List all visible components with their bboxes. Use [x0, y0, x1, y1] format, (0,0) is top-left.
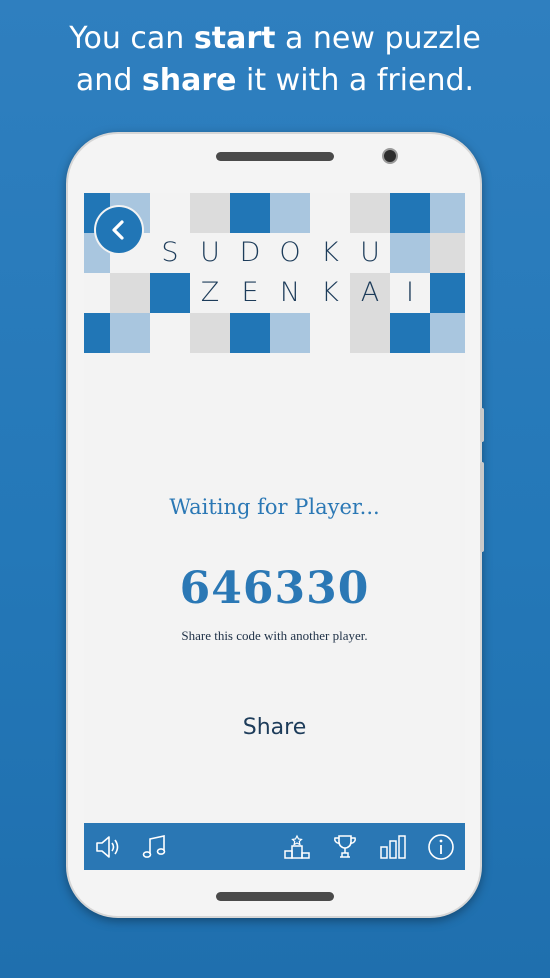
headline-line-1: You can start a new puzzle	[69, 21, 481, 56]
back-button[interactable]	[96, 207, 142, 253]
phone-volume-button	[480, 408, 484, 442]
title-letter: K	[321, 277, 339, 308]
title-letter: U	[360, 237, 380, 268]
pattern-cell	[390, 313, 430, 353]
pattern-cell	[390, 193, 430, 233]
pattern-cell	[390, 233, 430, 273]
share-hint-text: Share this code with another player.	[181, 628, 368, 643]
pattern-cell	[230, 313, 270, 353]
title-letter: Z	[200, 277, 220, 308]
pattern-cell	[150, 313, 190, 353]
phone-speaker	[216, 152, 334, 161]
title-letter: S	[161, 237, 179, 268]
bottom-toolbar	[84, 823, 465, 870]
title-letter: N	[279, 277, 301, 308]
pattern-cell	[190, 193, 230, 233]
title-letter: O	[279, 237, 301, 268]
pattern-cell	[84, 273, 110, 313]
phone-power-button	[480, 462, 484, 552]
promo-headline: You can start a new puzzle and share it …	[0, 18, 550, 102]
phone-camera	[382, 148, 398, 164]
chevron-left-icon	[112, 220, 124, 240]
waiting-status-text: Waiting for Player...	[169, 495, 380, 519]
title-letter: U	[200, 237, 220, 268]
app-screen: SUDOKU ZENKAI Waiting for Player... 6463…	[84, 193, 465, 870]
podium-icon[interactable]	[282, 832, 312, 862]
pattern-cell	[430, 233, 465, 273]
share-button[interactable]: Share	[214, 708, 335, 748]
pattern-cell	[310, 193, 350, 233]
speaker-icon[interactable]	[93, 832, 123, 862]
pattern-cell	[84, 313, 110, 353]
pattern-cell	[190, 313, 230, 353]
pattern-cell	[430, 313, 465, 353]
title-letter: A	[360, 277, 380, 308]
title-letter: D	[239, 237, 261, 268]
pattern-cell	[350, 313, 390, 353]
pattern-cell	[430, 273, 465, 313]
info-icon[interactable]	[426, 832, 456, 862]
trophy-icon[interactable]	[330, 832, 360, 862]
phone-bottom-speaker	[216, 892, 334, 901]
pattern-cell	[110, 273, 150, 313]
pattern-cell	[310, 313, 350, 353]
headline-line-2: and share it with a friend.	[75, 63, 475, 98]
pattern-cell	[430, 193, 465, 233]
title-letter: I	[406, 277, 414, 308]
pattern-cell	[110, 313, 150, 353]
pattern-cell	[150, 273, 190, 313]
pattern-cell	[270, 193, 310, 233]
pattern-cell	[150, 193, 190, 233]
title-letter: K	[321, 237, 339, 268]
music-note-icon[interactable]	[140, 832, 170, 862]
pattern-cell	[350, 193, 390, 233]
bar-chart-icon[interactable]	[378, 832, 408, 862]
pattern-cell	[230, 193, 270, 233]
pattern-cell	[270, 313, 310, 353]
game-code: 646330	[179, 563, 370, 614]
title-letter: E	[241, 277, 259, 308]
